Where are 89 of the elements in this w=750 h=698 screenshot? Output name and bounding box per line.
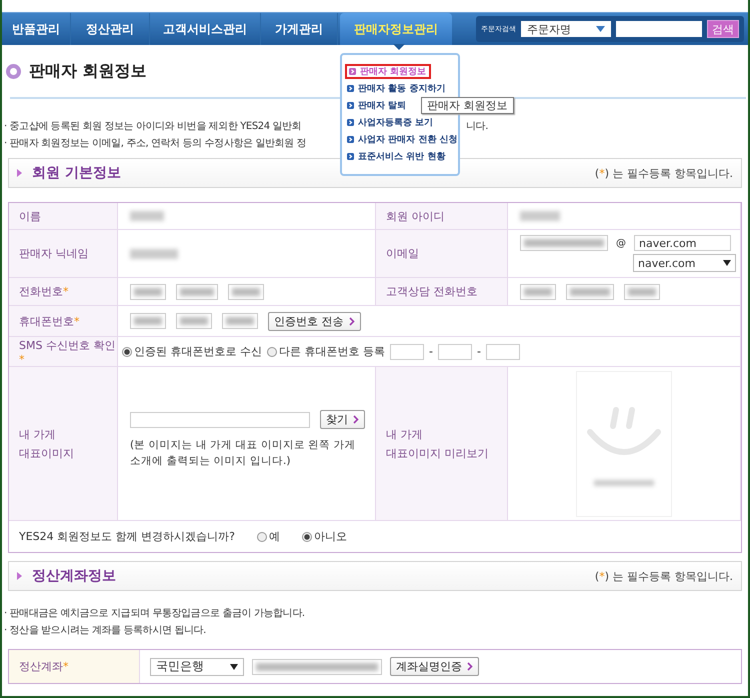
email-domain-field[interactable]: naver.com [634, 235, 731, 251]
section-title: 정산계좌정보 [32, 567, 116, 585]
radio-button[interactable] [302, 532, 312, 542]
triangle-icon [17, 169, 22, 177]
input-field[interactable] [176, 313, 212, 329]
email-domain-select[interactable]: naver.com [633, 254, 736, 272]
field-label: 대표이미지 미리보기 [386, 446, 488, 460]
radio-label: 예 [268, 529, 280, 544]
at-sign: @ [616, 238, 626, 248]
chevron-icon [467, 662, 473, 671]
bullet-icon [347, 119, 354, 126]
menu-item[interactable]: 판매자 활동 중지하기 [345, 81, 448, 96]
input-field[interactable] [130, 313, 166, 329]
input-field[interactable] [176, 284, 218, 300]
field-label: 내 가게 [386, 426, 424, 442]
separator-text: - [476, 345, 481, 358]
search-type-select[interactable]: 주문자명 [521, 21, 611, 37]
nav-tab[interactable]: 고객서비스관리 [150, 13, 261, 45]
required-note: (*) 는 필수등록 항목입니다. [594, 568, 733, 584]
input-field[interactable] [566, 284, 614, 300]
dropdown-arrow-icon [230, 664, 238, 670]
input-field[interactable] [520, 235, 608, 251]
bullet-icon [347, 153, 354, 160]
bullet-icon [347, 85, 354, 92]
field-label: 회원 아이디 [386, 208, 444, 224]
blurred-text [594, 480, 654, 486]
input-field[interactable] [130, 284, 166, 300]
input-field[interactable] [390, 344, 424, 360]
chevron-icon [348, 316, 354, 326]
notice-text: · 중고샵에 등록된 회원 정보는 아이디와 비번을 제외한 YES24 일반회 [4, 120, 302, 133]
menu-item[interactable]: 판매자 회원정보 [345, 64, 431, 79]
triangle-icon [17, 572, 22, 580]
field-label: 정산계좌* [19, 659, 68, 674]
input-field[interactable] [486, 344, 520, 360]
section-title: 회원 기본정보 [32, 164, 121, 182]
input-field[interactable] [624, 284, 660, 300]
nav-tab[interactable]: 반품관리 [2, 13, 71, 45]
bullet-icon [349, 68, 356, 75]
menu-item[interactable]: 판매자 탈퇴 [345, 98, 408, 113]
image-note: (본 이미지는 내 가게 대표 이미지로 왼쪽 가게 소개에 출력되는 이미지 입니다.) [130, 438, 356, 469]
field-label: 휴대폰번호* [19, 314, 80, 328]
field-label: 이메일 [386, 246, 419, 261]
file-path-field[interactable] [130, 412, 310, 428]
radio-button[interactable] [267, 346, 277, 356]
notice-text: · 정산을 받으시려는 계좌를 등록하시면 됩니다. [4, 624, 206, 637]
bank-select[interactable]: 국민은행 [150, 658, 244, 676]
field-label: SMS 수신번호 확인 * [19, 338, 116, 366]
bullet-icon [347, 136, 354, 143]
input-field[interactable] [228, 284, 264, 300]
menu-item[interactable]: 사업자등록증 보기 [345, 115, 436, 130]
nav-tab[interactable]: 가게관리 [261, 13, 338, 45]
input-field[interactable] [222, 313, 258, 329]
blurred-text [520, 211, 560, 221]
field-label: 판매자 닉네임 [19, 246, 88, 261]
input-field[interactable] [520, 284, 556, 300]
menu-item[interactable]: 사업자 판매자 전환 신청 [345, 132, 460, 147]
dropdown-arrow-icon [596, 26, 605, 32]
field-label: 이름 [19, 208, 41, 224]
blurred-text [130, 248, 178, 258]
field-label: 대표이미지 [19, 446, 74, 460]
notice-text: · 판매대금은 예치금으로 지급되며 무통장입금으로 출금이 가능합니다. [4, 607, 305, 620]
search-field[interactable] [616, 21, 702, 37]
dropdown-arrow-icon [723, 260, 731, 266]
required-note: (*) 는 필수등록 항목입니다. [594, 166, 733, 180]
input-field[interactable] [252, 658, 382, 674]
page-title: 판매자 회원정보 [29, 60, 147, 82]
radio-label: 인증된 휴대폰번호로 수신 [134, 344, 262, 359]
radio-button[interactable] [256, 532, 267, 542]
radio-label: 아니오 [314, 529, 347, 544]
blurred-text [130, 211, 164, 221]
field-label: 고객상담 전화번호 [386, 284, 478, 299]
input-field[interactable] [438, 344, 472, 360]
radio-button[interactable] [122, 346, 132, 356]
notice-text: 니다. [466, 120, 488, 133]
send-code-button[interactable]: 인증번호 전송 [268, 312, 360, 330]
radio-label: 다른 휴대폰번호 등록 [279, 344, 385, 359]
bullet-icon [347, 102, 354, 109]
tooltip: 판매자 회원정보 [421, 97, 514, 114]
field-label: 내 가게 [19, 426, 56, 442]
separator-text: - [429, 345, 433, 358]
question-text: YES24 회원정보도 함께 변경하시겠습니까? [19, 529, 235, 544]
menu-item[interactable]: 표준서비스 위반 현황 [345, 149, 448, 164]
notice-text: · 판매자 회원정보는 이메일, 주소, 연락처 등의 수정사항은 일반회원 정 [4, 137, 306, 150]
nav-tab[interactable]: 정산관리 [71, 13, 150, 45]
verify-account-button[interactable]: 계좌실명인증 [390, 657, 479, 676]
field-label: 전화번호* [19, 284, 68, 299]
title-bullet-icon [6, 64, 21, 78]
chevron-icon [353, 415, 359, 424]
find-button[interactable]: 찾기 [320, 410, 365, 429]
